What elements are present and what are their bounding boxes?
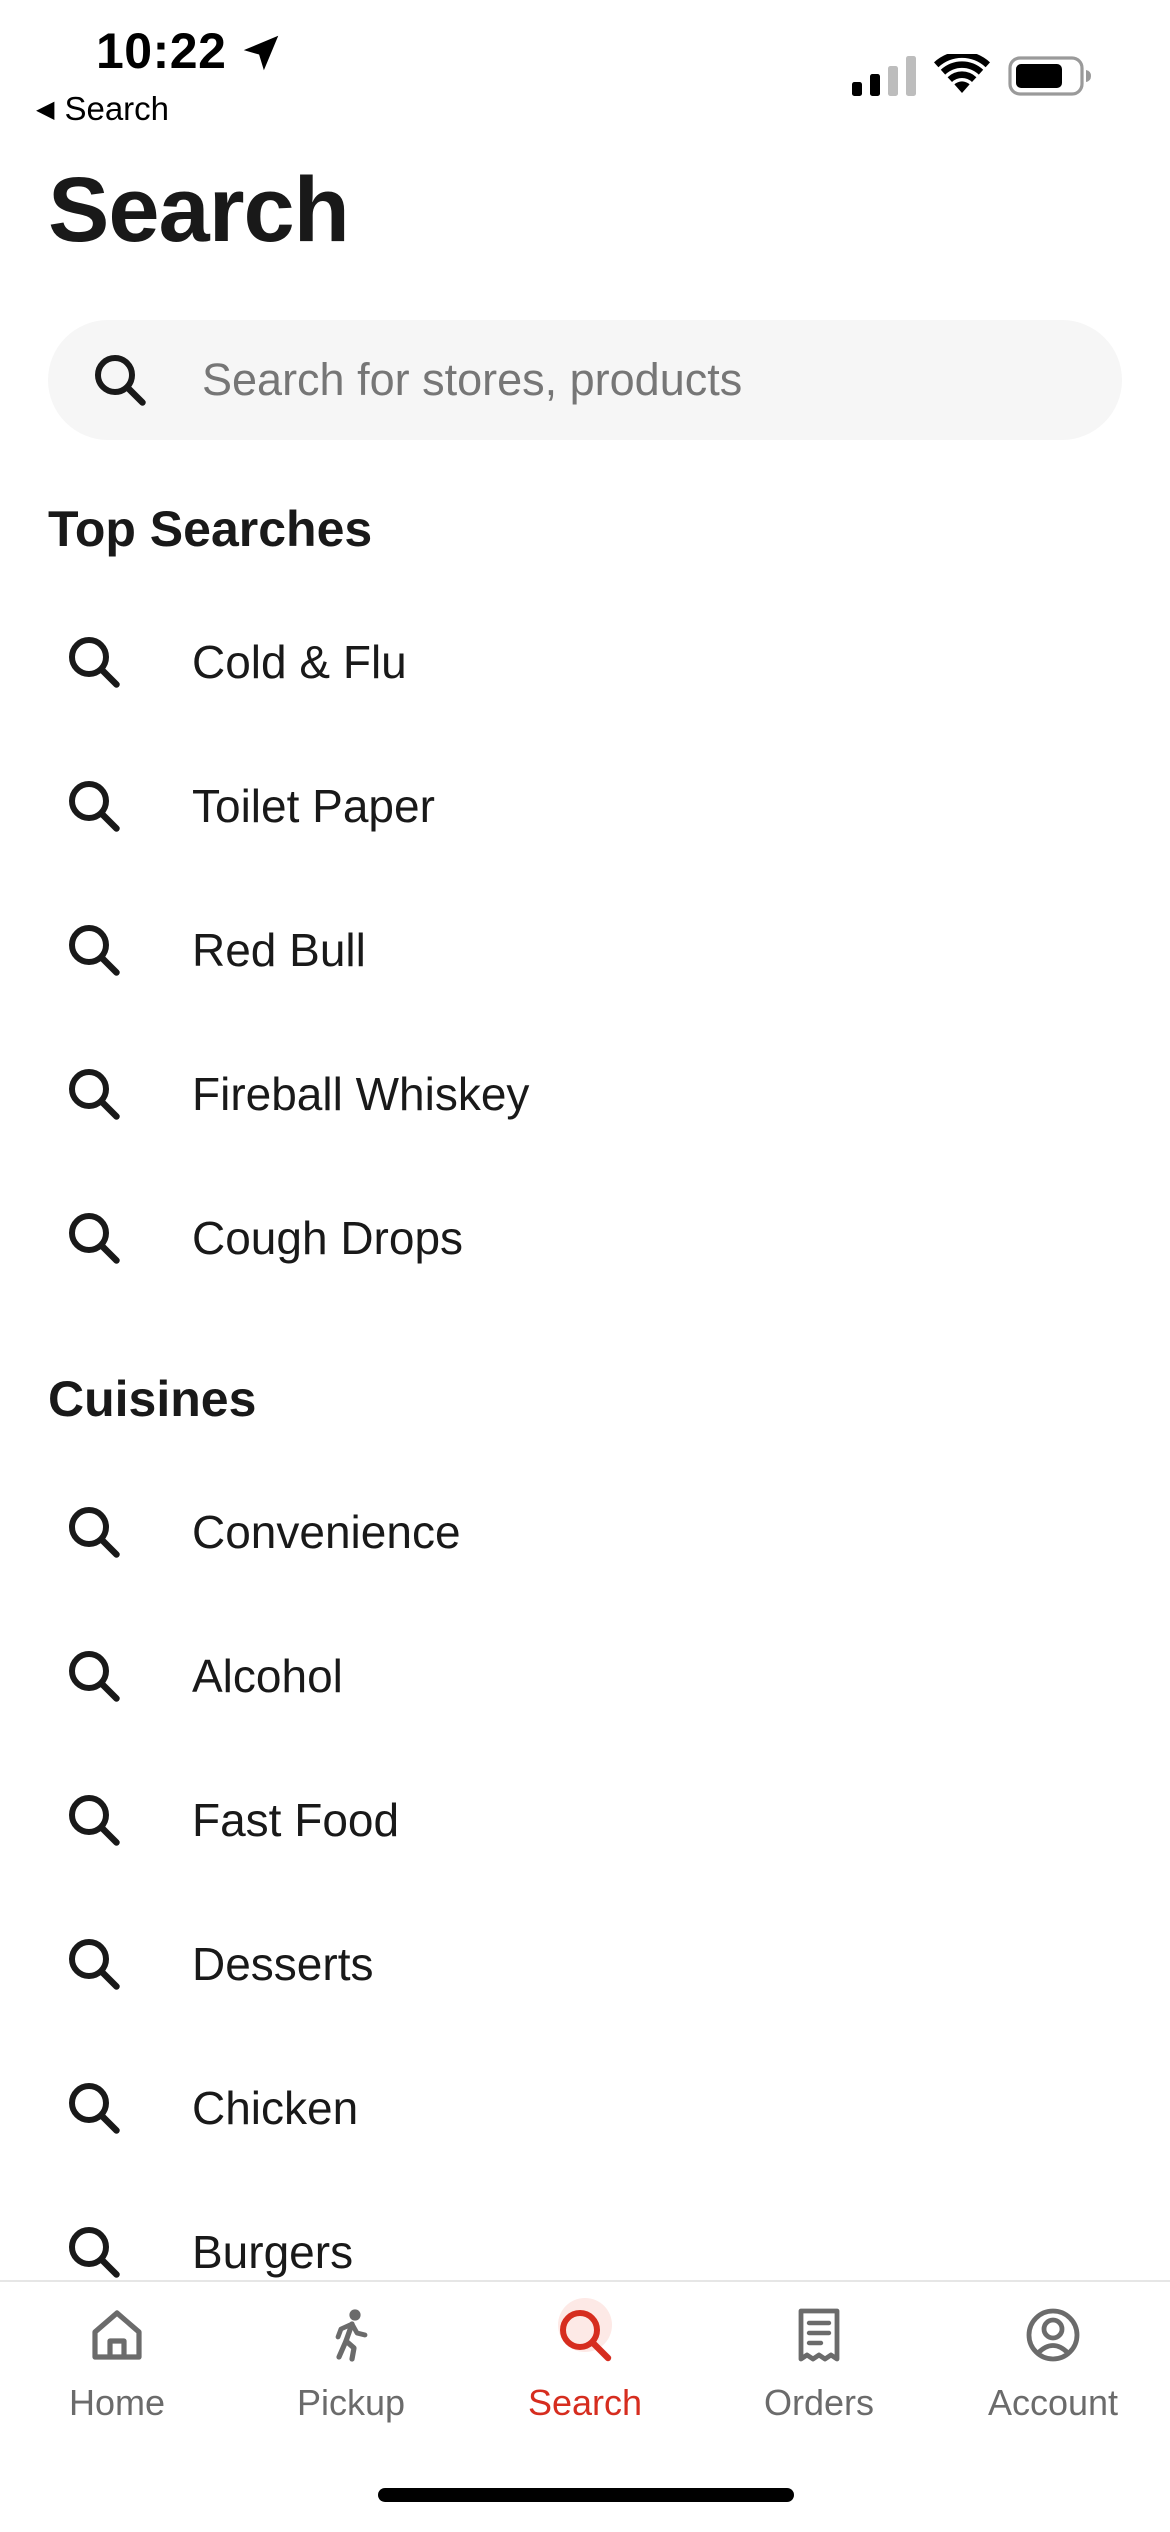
search-icon xyxy=(68,2082,120,2134)
tab-search-label: Search xyxy=(527,2382,643,2423)
cuisine-label: Burgers xyxy=(192,2226,354,2278)
top-search-label: Cough Drops xyxy=(192,1212,464,1264)
walking-person-icon xyxy=(335,2309,368,2362)
cuisine-item[interactable]: Alcohol xyxy=(0,1604,1170,1748)
search-icon xyxy=(94,354,146,406)
search-icon xyxy=(560,2310,612,2362)
home-icon xyxy=(92,2310,142,2360)
search-icon xyxy=(68,924,120,976)
back-to-search-link[interactable]: ◀ Search xyxy=(36,90,169,128)
receipt-icon xyxy=(798,2308,840,2362)
back-link-label: Search xyxy=(64,90,170,127)
wifi-icon xyxy=(934,54,990,93)
account-circle-icon xyxy=(1026,2308,1080,2362)
tab-account[interactable]: Account xyxy=(936,2282,1170,2442)
search-screen: 10:22 ◀ Search Search Search for stores,… xyxy=(0,0,1170,2532)
top-search-item[interactable]: Cough Drops xyxy=(0,1166,1170,1310)
tab-pickup-label: Pickup xyxy=(296,2382,406,2423)
top-searches-list: Cold & Flu Toilet Paper Red Bull Firebal… xyxy=(0,590,1170,1310)
location-arrow-icon xyxy=(243,35,279,71)
cuisine-item[interactable]: Convenience xyxy=(0,1460,1170,1604)
battery-icon xyxy=(1008,56,1091,96)
top-search-label: Cold & Flu xyxy=(192,636,407,688)
cuisine-label: Fast Food xyxy=(192,1794,400,1846)
search-field[interactable] xyxy=(48,320,1122,440)
tab-orders[interactable]: Orders xyxy=(702,2282,936,2442)
cuisine-label: Desserts xyxy=(192,1938,374,1990)
status-time: 10:22 xyxy=(96,23,227,79)
cuisine-item[interactable]: Chicken xyxy=(0,2036,1170,2180)
page-title: Search xyxy=(48,159,350,261)
cuisine-label: Convenience xyxy=(192,1506,461,1558)
search-icon xyxy=(68,1068,120,1120)
top-search-label: Red Bull xyxy=(192,924,366,976)
top-search-label: Fireball Whiskey xyxy=(192,1068,530,1120)
top-search-item[interactable]: Toilet Paper xyxy=(0,734,1170,878)
top-search-label: Toilet Paper xyxy=(192,780,435,832)
search-icon xyxy=(68,636,120,688)
cuisines-list: Convenience Alcohol Fast Food Desserts C… xyxy=(0,1460,1170,2324)
top-search-item[interactable]: Red Bull xyxy=(0,878,1170,1022)
cuisines-heading: Cuisines xyxy=(48,1371,257,1427)
status-bar: 10:22 ◀ Search xyxy=(0,0,1170,140)
search-icon xyxy=(68,2226,120,2278)
search-icon xyxy=(68,1794,120,1846)
cuisine-label: Alcohol xyxy=(192,1650,343,1702)
tab-search[interactable]: Search xyxy=(468,2282,702,2442)
tab-home-label: Home xyxy=(68,2382,166,2423)
tab-orders-label: Orders xyxy=(763,2382,875,2423)
search-icon xyxy=(68,780,120,832)
cuisine-item[interactable]: Fast Food xyxy=(0,1748,1170,1892)
search-icon xyxy=(68,1650,120,1702)
cuisine-item[interactable]: Desserts xyxy=(0,1892,1170,2036)
top-search-item[interactable]: Cold & Flu xyxy=(0,590,1170,734)
search-icon xyxy=(68,1506,120,1558)
tab-account-label: Account xyxy=(987,2382,1119,2423)
cellular-signal-icon xyxy=(852,56,916,96)
search-icon xyxy=(68,1938,120,1990)
cuisine-label: Chicken xyxy=(192,2082,359,2134)
top-searches-heading: Top Searches xyxy=(48,501,373,557)
tab-pickup[interactable]: Pickup xyxy=(234,2282,468,2442)
home-indicator xyxy=(378,2488,794,2502)
back-caret-icon: ◀ xyxy=(36,95,55,123)
top-search-item[interactable]: Fireball Whiskey xyxy=(0,1022,1170,1166)
search-input[interactable] xyxy=(200,353,1020,407)
search-icon xyxy=(68,1212,120,1264)
tab-home[interactable]: Home xyxy=(0,2282,234,2442)
